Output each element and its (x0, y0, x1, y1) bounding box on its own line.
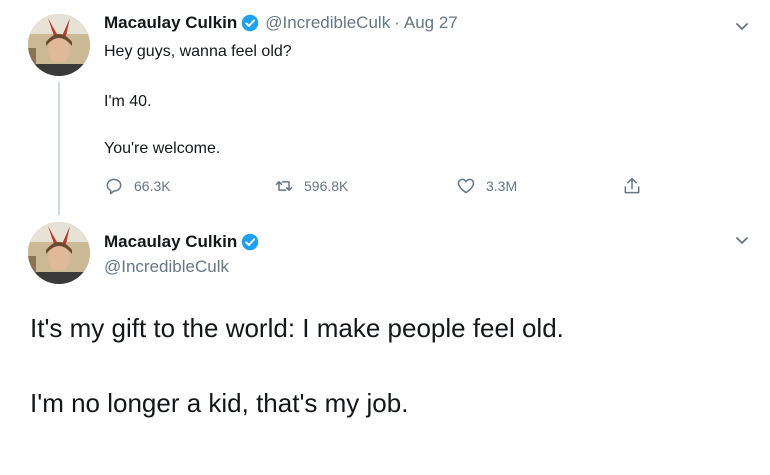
reply-button[interactable]: 66.3K (104, 176, 171, 196)
author-handle[interactable]: @IncredibleCulk (265, 13, 390, 33)
verified-badge-icon (241, 14, 259, 32)
thread-line (58, 82, 60, 215)
share-button[interactable] (622, 176, 652, 196)
retweet-icon (274, 176, 304, 196)
retweet-button[interactable]: 596.8K (274, 176, 348, 196)
retweet-count: 596.8K (304, 178, 349, 194)
tweet-text-line: It's my gift to the world: I make people… (30, 313, 564, 343)
author-name[interactable]: Macaulay Culkin (104, 13, 237, 33)
chevron-down-icon[interactable] (734, 18, 750, 34)
tweet-1[interactable]: Macaulay Culkin @IncredibleCulk · Aug 27… (0, 0, 770, 215)
reply-count: 66.3K (134, 178, 171, 194)
author-handle[interactable]: @IncredibleCulk (104, 257, 229, 277)
like-button[interactable]: 3.3M (456, 176, 517, 196)
like-icon (456, 176, 486, 196)
avatar[interactable] (28, 222, 90, 284)
author-name[interactable]: Macaulay Culkin (104, 232, 237, 252)
tweet-text-line: I'm no longer a kid, that's my job. (30, 388, 409, 418)
like-count: 3.3M (486, 178, 518, 194)
avatar[interactable] (28, 14, 90, 76)
reply-icon (104, 176, 134, 196)
tweet-text-line: I'm 40. (104, 93, 152, 110)
separator: · (394, 13, 400, 32)
tweet-text-line: You're welcome. (104, 140, 221, 157)
tweet-text-line: Hey guys, wanna feel old? (104, 43, 292, 60)
share-icon (622, 176, 652, 196)
tweet-date[interactable]: Aug 27 (404, 13, 458, 33)
tweet-1-header: Macaulay Culkin @IncredibleCulk · Aug 27 (104, 13, 458, 33)
chevron-down-icon[interactable] (734, 232, 750, 248)
tweet-actions: 66.3K 596.8K 3.3M (104, 176, 664, 198)
verified-badge-icon (241, 233, 259, 251)
tweet-2-header: Macaulay Culkin (104, 232, 259, 252)
